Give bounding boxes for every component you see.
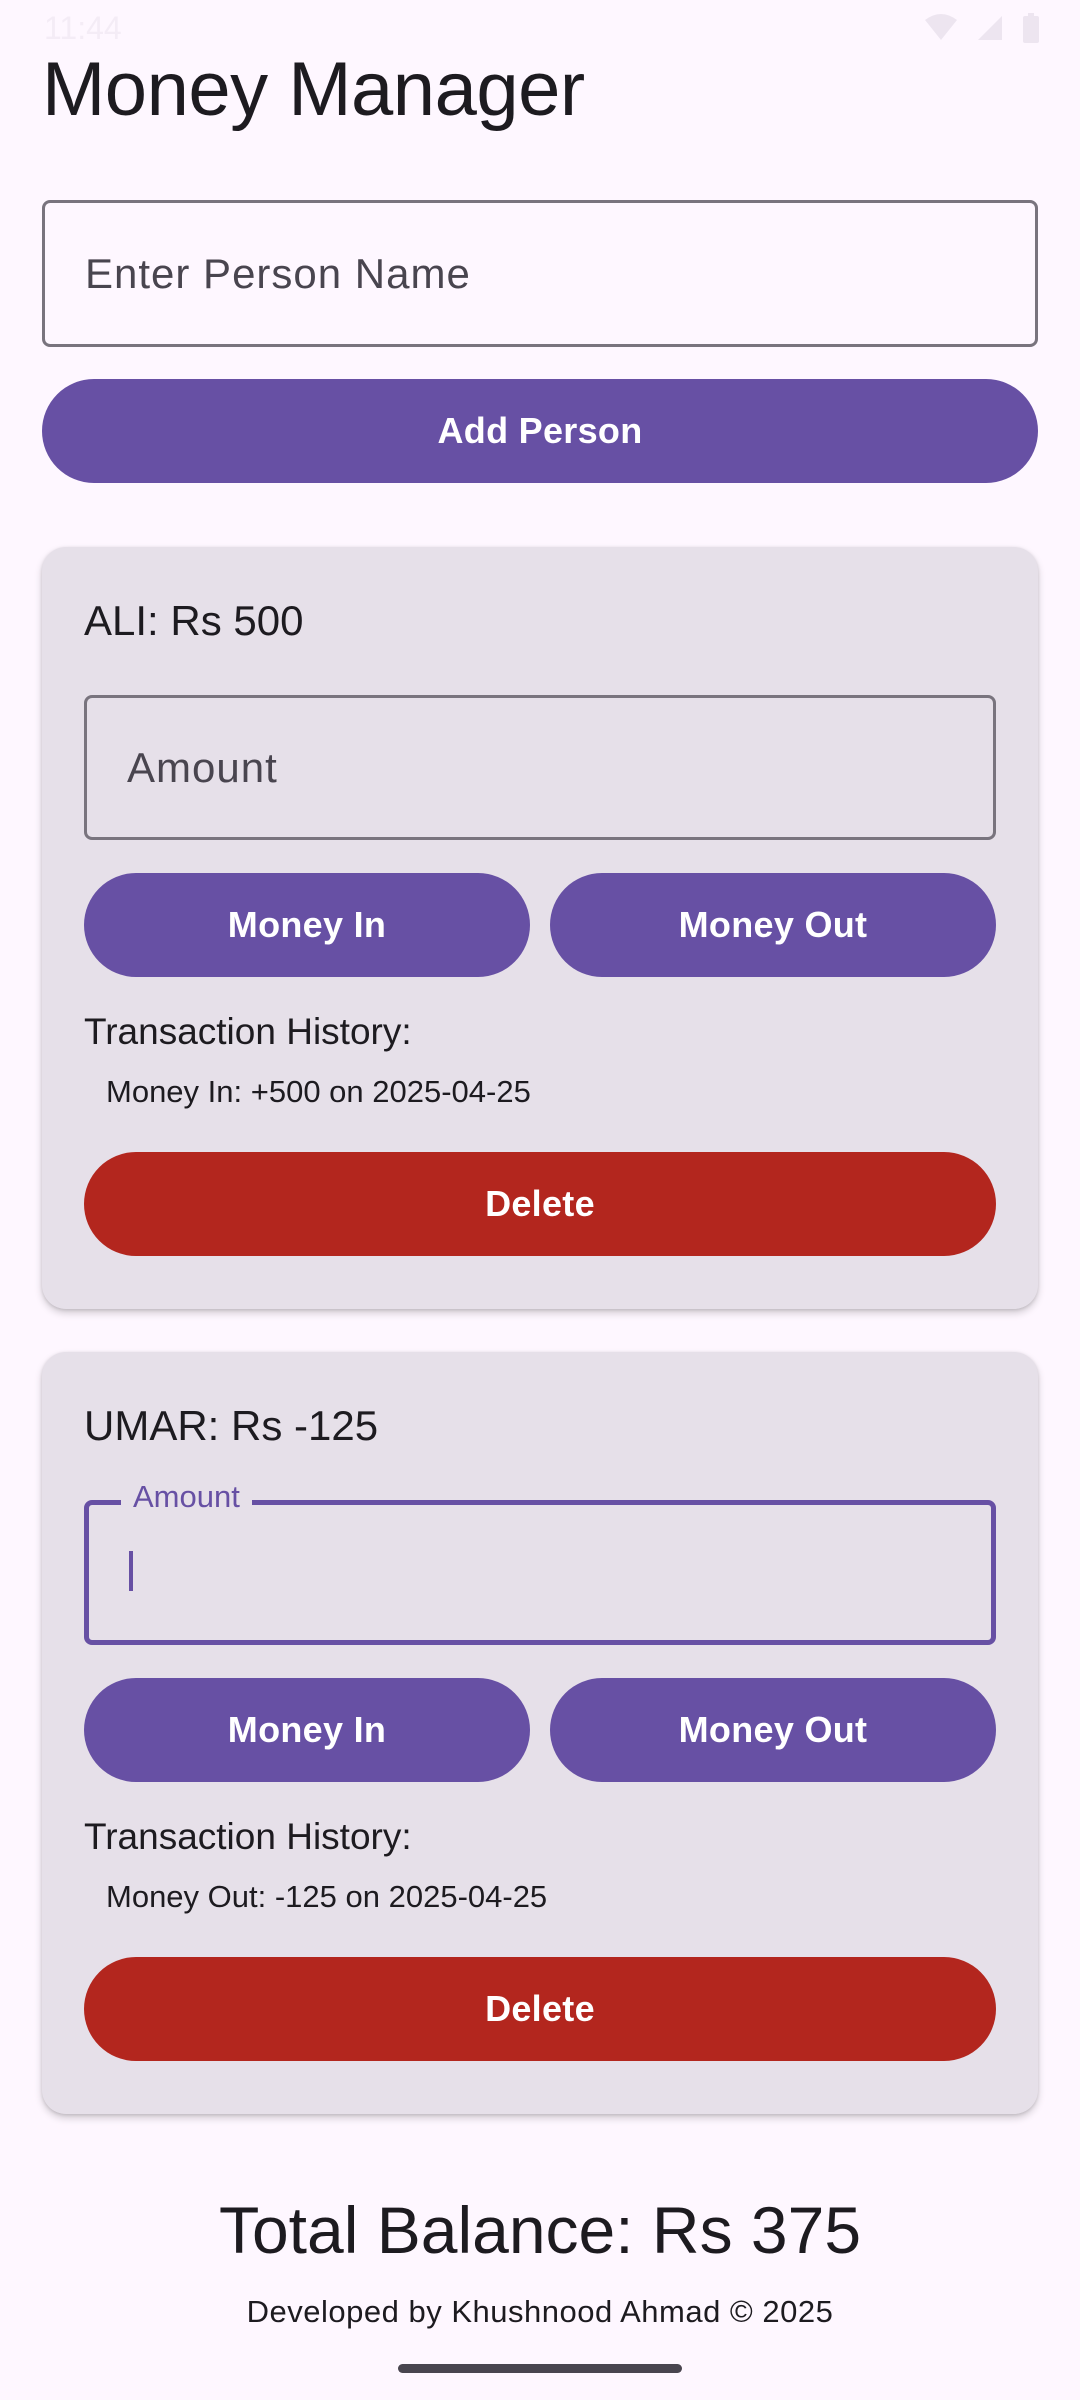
delete-label: Delete bbox=[485, 1988, 595, 2029]
person-card-umar: UMAR: Rs -125 Amount Money In Money Out … bbox=[42, 1352, 1038, 2114]
developer-credit: Developed by Khushnood Ahmad © 2025 bbox=[246, 2294, 834, 2329]
signal-icon bbox=[976, 12, 1004, 49]
transaction-history-label: Transaction History: bbox=[84, 1816, 412, 1857]
status-time: 11:44 bbox=[44, 10, 122, 46]
amount-placeholder: Amount bbox=[127, 743, 278, 791]
money-out-label: Money Out bbox=[678, 904, 868, 945]
money-out-button[interactable]: Money Out bbox=[550, 1678, 996, 1782]
money-out-label: Money Out bbox=[678, 1709, 868, 1750]
money-in-label: Money In bbox=[227, 1709, 387, 1750]
person-balance-title: ALI: Rs 500 bbox=[84, 597, 304, 644]
wifi-icon bbox=[924, 12, 958, 49]
transaction-history-item: Money In: +500 on 2025-04-25 bbox=[106, 1074, 531, 1109]
delete-label: Delete bbox=[485, 1183, 595, 1224]
amount-floating-label: Amount bbox=[121, 1479, 252, 1515]
person-card-ali: ALI: Rs 500 Amount Money In Money Out Tr… bbox=[42, 547, 1038, 1309]
person-balance-title: UMAR: Rs -125 bbox=[84, 1402, 379, 1449]
add-person-button-label: Add Person bbox=[437, 410, 643, 451]
battery-icon bbox=[1022, 12, 1040, 49]
money-in-label: Money In bbox=[227, 904, 387, 945]
money-in-button[interactable]: Money In bbox=[84, 873, 530, 977]
text-cursor bbox=[129, 1551, 133, 1591]
add-person-button[interactable]: Add Person bbox=[42, 379, 1038, 483]
person-name-input[interactable]: Enter Person Name bbox=[42, 200, 1038, 347]
transaction-history-label: Transaction History: bbox=[84, 1011, 412, 1052]
total-balance: Total Balance: Rs 375 bbox=[218, 2193, 862, 2267]
transaction-history-item: Money Out: -125 on 2025-04-25 bbox=[106, 1879, 548, 1914]
home-indicator[interactable] bbox=[398, 2364, 682, 2373]
delete-button[interactable]: Delete bbox=[84, 1152, 996, 1256]
amount-input[interactable]: Amount bbox=[84, 695, 996, 840]
status-icons bbox=[924, 12, 1040, 49]
money-in-button[interactable]: Money In bbox=[84, 1678, 530, 1782]
money-out-button[interactable]: Money Out bbox=[550, 873, 996, 977]
person-name-placeholder: Enter Person Name bbox=[85, 249, 471, 297]
amount-input-focused[interactable]: Amount bbox=[84, 1479, 996, 1645]
delete-button[interactable]: Delete bbox=[84, 1957, 996, 2061]
app-title: Money Manager bbox=[42, 47, 585, 132]
